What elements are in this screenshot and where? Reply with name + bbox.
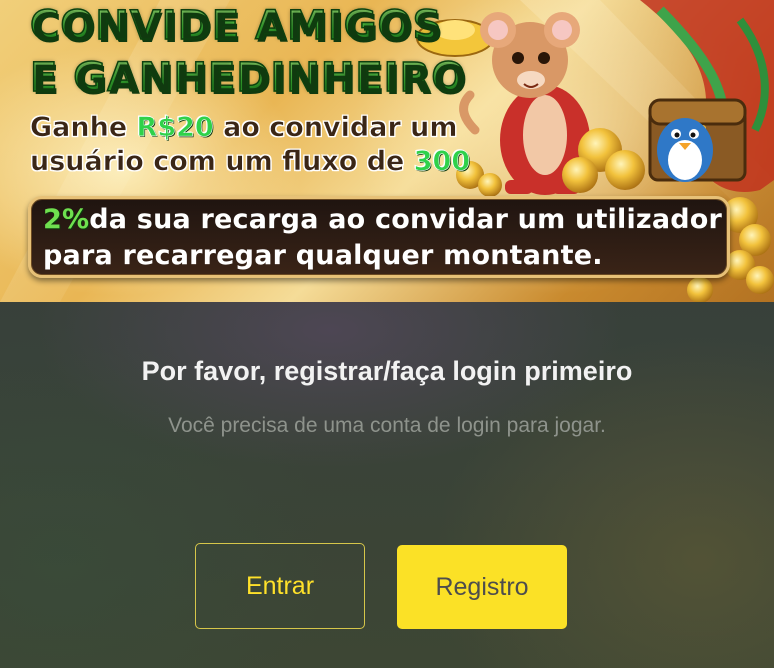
login-prompt-subtitle: Você precisa de uma conta de login para … [168, 414, 606, 437]
invite-friends-banner[interactable]: CONVIDE AMIGOS E GANHEDINHEIRO Ganhe R$2… [0, 0, 774, 302]
register-button[interactable]: Registro [397, 545, 567, 629]
reward-line1-suffix: ao convidar um [213, 112, 458, 144]
promo-percent: 2% [43, 204, 90, 235]
banner-headline-line1: CONVIDE AMIGOS [29, 3, 443, 49]
penguin-mascot [657, 118, 713, 182]
reward-line2-prefix: usuário com um fluxo de [30, 146, 414, 178]
login-prompt-title: Por favor, registrar/faça login primeiro [141, 356, 633, 386]
reward-line1-prefix: Ganhe [30, 112, 137, 144]
promo-line2: para recarregar qualquer montante. [43, 240, 603, 271]
banner-reward-line2: usuário com um fluxo de 300 [30, 146, 471, 178]
banner-promo-box: 2%da sua recarga ao convidar um utilizad… [28, 196, 730, 278]
banner-headline-line2: E GANHEDINHEIRO [29, 55, 467, 101]
promo-line1: 2%da sua recarga ao convidar um utilizad… [43, 202, 722, 238]
banner-reward-line1: Ganhe R$20 ao convidar um [30, 112, 458, 144]
reward-flow-amount: 300 [413, 146, 471, 178]
reward-amount: R$20 [136, 112, 214, 144]
promo-line1-rest: da sua recarga ao convidar um utilizador [89, 204, 723, 235]
login-button[interactable]: Entrar [195, 543, 365, 629]
